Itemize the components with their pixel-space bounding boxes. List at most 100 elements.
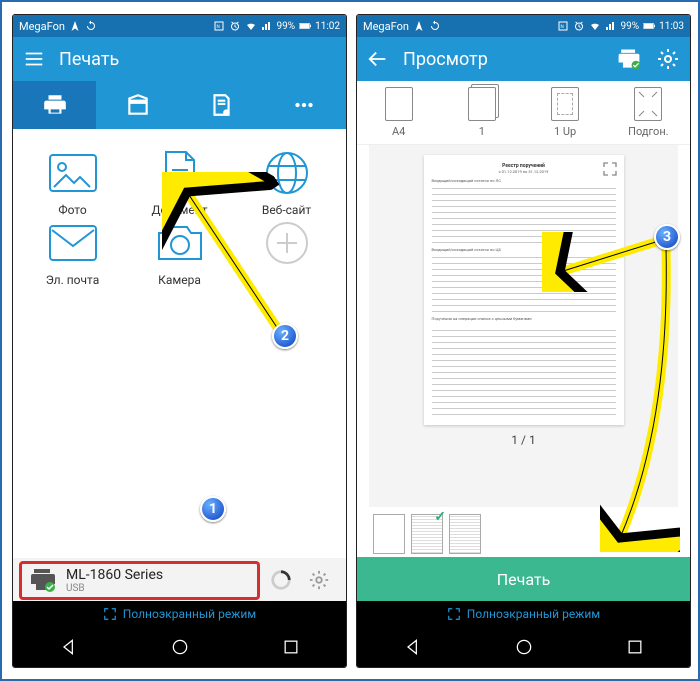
thumb-page-1[interactable]: ✓ [411,514,443,554]
battery-pct: 99% [621,21,640,32]
app-bar: Просмотр [357,37,690,81]
nav-home-icon[interactable] [170,637,190,657]
source-document[interactable]: Документ [128,151,231,217]
source-camera[interactable]: Камера [128,221,231,287]
annotation-badge-2: 2 [272,323,298,349]
nfc-icon: N [557,20,569,32]
camera-label: Камера [158,273,201,287]
nav-home-icon[interactable] [514,637,534,657]
page-title: Просмотр [403,49,488,70]
print-button-label: Печать [497,570,551,589]
page-preview[interactable]: Реестр поручений с 01.12.2019 по 31.12.2… [424,155,624,425]
opt-fit-label: Подгон. [628,125,668,138]
nfc-icon: N [213,20,225,32]
photo-label: Фото [58,203,86,217]
gear-icon[interactable] [656,47,680,71]
email-label: Эл. почта [46,273,100,287]
fullscreen-bar[interactable]: Полноэкранный режим [357,601,690,627]
sync-icon [85,20,97,32]
tab-scan[interactable] [96,81,179,129]
expand-icon[interactable] [602,161,618,177]
app-bar: Печать [13,37,346,81]
printer-ok-icon [28,567,58,593]
fit-icon [635,88,661,120]
signal-icon [605,20,617,32]
source-add[interactable] [235,221,338,287]
option-copies[interactable]: 1 [440,81,523,144]
source-photo[interactable]: Фото [21,151,124,217]
alarm-icon [229,20,241,32]
printer-icon [42,92,68,118]
globe-icon [264,150,310,196]
page-title: Печать [59,49,119,70]
page-counter: 1 / 1 [511,433,535,447]
battery-pct: 99% [277,21,296,32]
tab-bar [13,81,346,129]
wifi-icon [245,20,257,32]
fullscreen-icon [447,607,461,621]
system-navbar [13,627,346,667]
thumb-blank[interactable] [373,514,405,554]
document-label: Документ [152,203,208,217]
source-web[interactable]: Веб-сайт [235,151,338,217]
opt-size-label: A4 [392,125,405,138]
clock: 11:02 [315,21,340,32]
scanner-icon [125,92,151,118]
printer-name: ML-1860 Series [66,567,163,583]
page-thumbnails: ✓ [369,511,678,557]
photo-icon [48,153,98,193]
nav-back-icon[interactable] [403,637,423,657]
source-email[interactable]: Эл. почта [21,221,124,287]
thumb-page-2[interactable] [449,514,481,554]
tab-fax[interactable] [180,81,263,129]
nav-recent-icon[interactable] [281,637,301,657]
gear-icon[interactable] [308,569,330,591]
system-navbar [357,627,690,667]
camera-icon [155,223,205,263]
web-label: Веб-сайт [262,203,311,217]
printer-ok-icon[interactable] [616,46,642,72]
tab-print[interactable] [13,81,96,129]
annotation-badge-1: 1 [200,496,226,522]
check-icon: ✓ [434,509,446,525]
location-icon [413,20,425,32]
annotation-badge-3: 3 [654,224,680,250]
sync-icon [429,20,441,32]
alarm-icon [573,20,585,32]
option-paper-size[interactable]: A4 [357,81,440,144]
fullscreen-bar[interactable]: Полноэкранный режим [13,601,346,627]
nav-back-icon[interactable] [59,637,79,657]
opt-layout-label: 1 Up [554,125,576,138]
option-fit[interactable]: Подгон. [607,81,690,144]
selected-printer[interactable]: ML-1860 Series USB [19,561,260,600]
carrier-label: MegaFon [19,20,65,33]
content-area: Фото Документ Веб-сайт Эл. почта Камера [13,129,346,559]
fullscreen-label: Полноэкранный режим [467,607,600,621]
hamburger-icon[interactable] [23,48,45,70]
location-icon [69,20,81,32]
opt-copies-label: 1 [479,125,485,138]
status-bar: MegaFon N 99% 11:02 [13,15,346,37]
svg-text:N: N [216,24,219,30]
printer-connection: USB [66,583,163,594]
email-icon [48,224,98,262]
nav-recent-icon[interactable] [625,637,645,657]
wifi-icon [589,20,601,32]
battery-icon [299,20,311,32]
document-phone-icon [208,92,234,118]
more-icon [291,92,317,118]
preview-area[interactable]: Реестр поручений с 01.12.2019 по 31.12.2… [369,145,678,507]
fullscreen-icon [103,607,117,621]
option-layout[interactable]: 1 Up [524,81,607,144]
tab-more[interactable] [263,81,346,129]
plus-icon [264,220,310,266]
battery-icon [643,20,655,32]
carrier-label: MegaFon [363,20,409,33]
clock: 11:03 [659,21,684,32]
progress-icon[interactable] [270,569,292,591]
fullscreen-label: Полноэкранный режим [123,607,256,621]
svg-text:N: N [560,24,563,30]
printer-bar: ML-1860 Series USB [13,558,346,602]
print-button[interactable]: Печать [357,557,690,601]
back-icon[interactable] [367,48,389,70]
